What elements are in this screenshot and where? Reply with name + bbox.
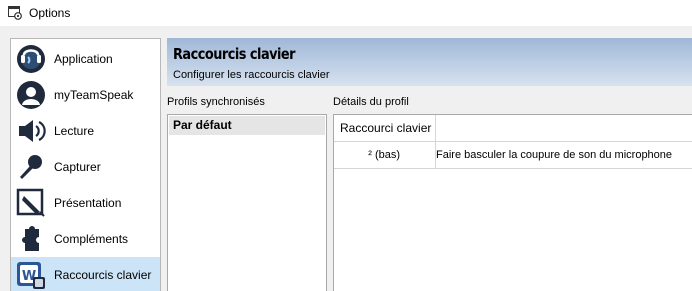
column-header-action[interactable] [436, 115, 692, 142]
page-header: Raccourcis clavier Configurer les raccou… [167, 38, 692, 86]
action-cell: Faire basculer la coupure de son du micr… [436, 149, 673, 161]
sidebar-item-label: myTeamSpeak [54, 88, 134, 102]
profiles-list: Par défaut [167, 114, 327, 291]
sidebar-item-label: Lecture [54, 124, 95, 138]
application-icon [17, 45, 45, 73]
sidebar-item-raccourcis-clavier[interactable]: W Raccourcis clavier [11, 257, 160, 291]
window-titlebar: Options [0, 0, 692, 26]
speaker-icon [19, 120, 46, 142]
sidebar-item-label: Application [54, 52, 113, 66]
profile-details-table: Raccourci clavier ² (bas) Faire basculer… [333, 114, 692, 291]
sidebar-item-label: Présentation [54, 196, 122, 210]
sidebar-item-presentation[interactable]: Présentation [11, 185, 160, 221]
details-label: Détails du profil [333, 96, 409, 108]
window-title: Options [29, 6, 71, 20]
sidebar-item-application[interactable]: Application [11, 41, 160, 77]
sidebar-item-lecture[interactable]: Lecture [11, 113, 160, 149]
page-subtitle: Configurer les raccourcis clavier [173, 69, 330, 81]
sidebar-item-capturer[interactable]: Capturer [11, 149, 160, 185]
design-icon [16, 188, 45, 217]
options-sidebar: Application myTeamSpeak Lecture Capturer [10, 38, 161, 291]
profiles-label: Profils synchronisés [167, 96, 265, 108]
column-header-hotkey[interactable]: Raccourci clavier [334, 115, 436, 142]
sidebar-item-label: Compléments [54, 232, 129, 246]
profile-item-default[interactable]: Par défaut [169, 116, 325, 135]
table-row[interactable]: ² (bas) Faire basculer la coupure de son… [334, 142, 692, 169]
puzzle-icon [22, 226, 39, 251]
gear-window-icon [8, 6, 22, 20]
sidebar-item-label: Capturer [54, 160, 101, 174]
microphone-icon [20, 155, 42, 179]
myteamspeak-icon [17, 81, 45, 109]
hotkeys-icon: W [17, 262, 45, 289]
page-title: Raccourcis clavier [173, 45, 296, 63]
hotkey-cell: ² (bas) [334, 142, 436, 168]
sidebar-item-complements[interactable]: Compléments [11, 221, 160, 257]
sidebar-item-label: Raccourcis clavier [54, 268, 152, 282]
sidebar-item-myteamspeak[interactable]: myTeamSpeak [11, 77, 160, 113]
